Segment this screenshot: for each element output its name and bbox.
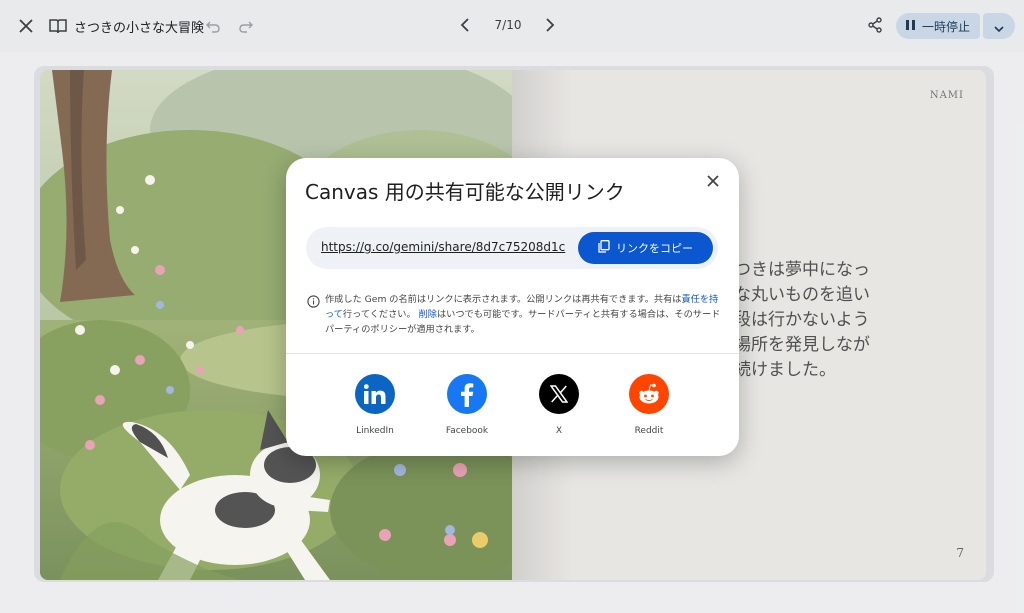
divider bbox=[286, 353, 739, 354]
share-dialog: Canvas 用の共有可能な公開リンク https://g.co/gemini/… bbox=[286, 158, 739, 456]
pause-label: 一時停止 bbox=[921, 19, 970, 34]
close-icon[interactable] bbox=[14, 14, 38, 38]
story-text: つきは夢中になっ な丸いものを追い 段は行かないよう 場所を発見しなが 続けまし… bbox=[734, 258, 894, 383]
share-link-field: https://g.co/gemini/share/8d7c75208d1c リ… bbox=[306, 227, 718, 269]
share-linkedin-button[interactable]: LinkedIn bbox=[335, 374, 415, 436]
page-number: 7 bbox=[956, 546, 964, 560]
share-reddit-button[interactable]: Reddit bbox=[609, 374, 689, 436]
close-dialog-button[interactable] bbox=[703, 171, 723, 191]
story-line: 続けました。 bbox=[734, 360, 836, 380]
dialog-title: Canvas 用の共有可能な公開リンク bbox=[305, 180, 625, 204]
share-icon[interactable] bbox=[865, 15, 885, 35]
x-icon bbox=[539, 374, 579, 414]
story-line: な丸いものを追い bbox=[734, 285, 870, 305]
reddit-icon bbox=[629, 374, 669, 414]
x-label: X bbox=[555, 426, 563, 436]
reddit-label: Reddit bbox=[634, 426, 664, 436]
story-line: 場所を発見しなが bbox=[734, 335, 870, 355]
facebook-label: Facebook bbox=[445, 426, 489, 436]
story-line: つきは夢中になっ bbox=[734, 260, 870, 280]
facebook-icon bbox=[447, 374, 487, 414]
info-icon bbox=[307, 293, 320, 308]
page-indicator: 7/10 bbox=[494, 18, 522, 32]
author-name: NAMI bbox=[929, 90, 964, 101]
delete-link[interactable]: 削除 bbox=[419, 309, 437, 320]
chevron-down-icon bbox=[994, 17, 1004, 36]
copy-link-button[interactable]: リンクをコピー bbox=[578, 232, 713, 264]
share-facebook-button[interactable]: Facebook bbox=[427, 374, 507, 436]
close-icon bbox=[707, 172, 719, 191]
top-bar: さつきの小さな大冒険 7/10 一時停止 bbox=[0, 0, 1024, 52]
info-text: 作成した Gem の名前はリンクに表示されます。公開リンクは再共有できます。共有… bbox=[325, 292, 721, 337]
undo-icon[interactable] bbox=[204, 17, 222, 35]
linkedin-icon bbox=[355, 374, 395, 414]
chevron-left-icon[interactable] bbox=[455, 15, 475, 35]
share-x-button[interactable]: X bbox=[519, 374, 599, 436]
pause-button[interactable]: 一時停止 bbox=[896, 13, 980, 39]
pause-dropdown-button[interactable] bbox=[983, 13, 1015, 39]
chevron-right-icon[interactable] bbox=[540, 15, 560, 35]
pause-icon bbox=[905, 19, 915, 33]
share-link-url[interactable]: https://g.co/gemini/share/8d7c75208d1c bbox=[321, 240, 565, 254]
copy-link-label: リンクをコピー bbox=[616, 242, 693, 255]
copy-icon bbox=[598, 240, 610, 256]
story-line: 段は行かないよう bbox=[734, 310, 870, 330]
book-icon bbox=[48, 16, 68, 36]
linkedin-label: LinkedIn bbox=[356, 426, 394, 436]
info-text-part: 行ってください。 bbox=[342, 309, 416, 320]
redo-icon[interactable] bbox=[237, 17, 255, 35]
info-text-part: 作成した Gem の名前はリンクに表示されます。公開リンクは再共有できます。共有… bbox=[325, 294, 682, 305]
document-title: さつきの小さな大冒険 bbox=[74, 21, 205, 36]
